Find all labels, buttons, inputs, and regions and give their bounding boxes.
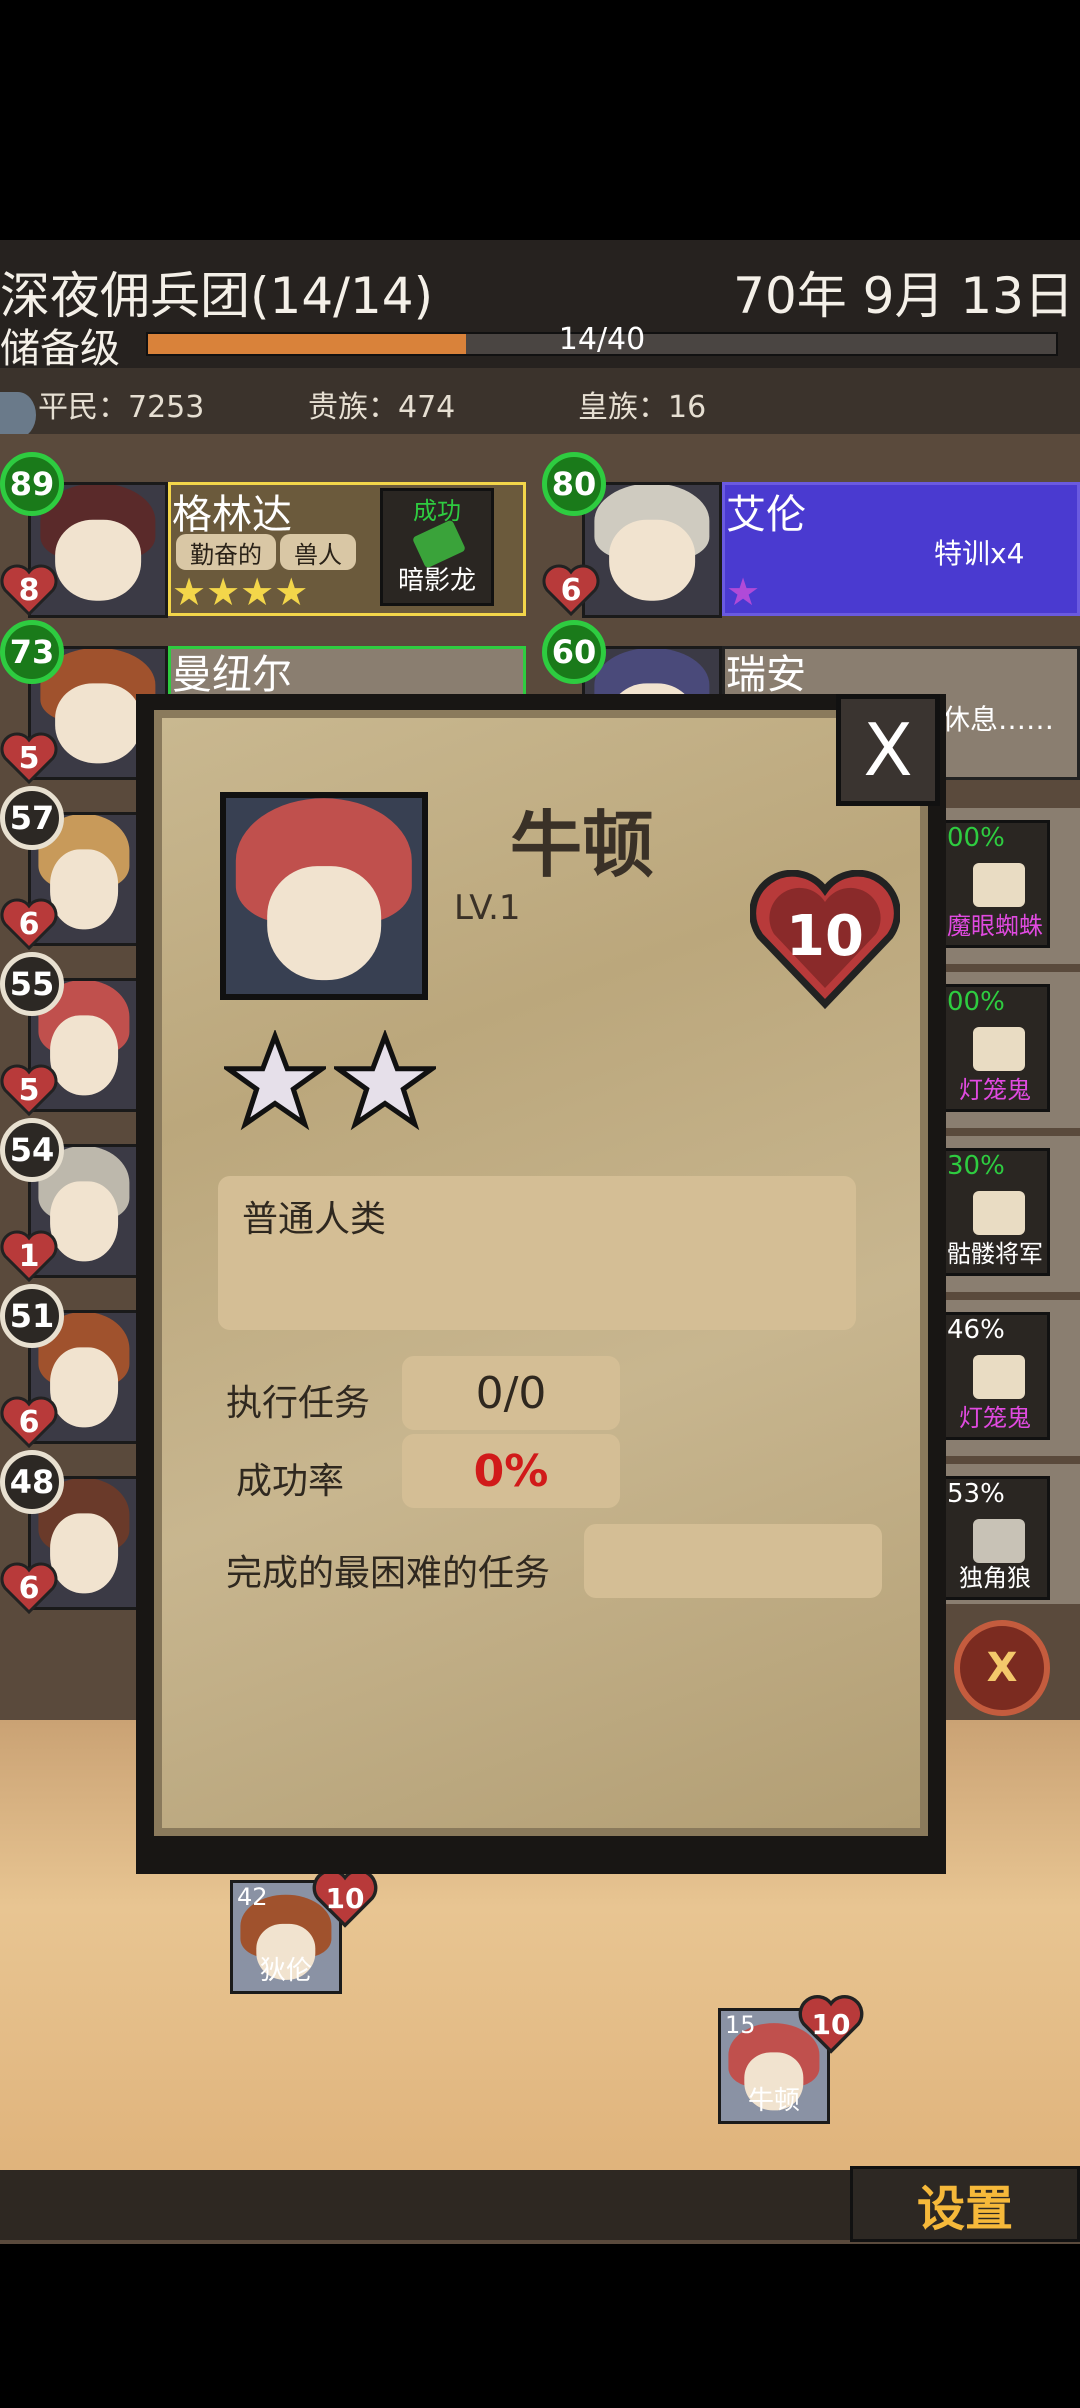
level-badge: 80	[542, 452, 606, 516]
mission-slot[interactable]: 00% 魔眼蜘蛛	[940, 820, 1050, 948]
merc-note: 特训x4	[934, 537, 1025, 570]
compass-icon[interactable]	[0, 392, 36, 438]
hp-heart-icon: 6	[0, 1396, 58, 1449]
hp-value: 1	[18, 1238, 40, 1274]
hero-hp-heart-icon: 10	[749, 869, 901, 1010]
roster-card-6[interactable]: 55 5	[0, 952, 140, 1117]
hp-value: 6	[18, 906, 40, 942]
mission-status: 成功	[413, 497, 461, 525]
hp-value: 5	[18, 1072, 40, 1108]
nobles-count: 贵族：474	[308, 390, 456, 425]
missions-value: 0/0	[402, 1356, 620, 1430]
token-level: 15	[725, 2011, 756, 2039]
scroll-icon	[973, 1027, 1025, 1071]
mission-slot[interactable]: 53% 独角狼	[940, 1476, 1050, 1600]
hero-name: 牛顿	[510, 803, 655, 887]
hero-star-1-icon	[220, 1028, 330, 1136]
hp-heart-icon: 5	[0, 1064, 58, 1117]
hero-level: LV.1	[454, 888, 521, 928]
settings-button[interactable]: 设置	[850, 2166, 1080, 2242]
hp-heart-icon: 8	[0, 564, 58, 617]
scroll-icon	[973, 1355, 1025, 1399]
level-badge: 89	[0, 452, 64, 516]
hero-star-2-icon	[330, 1028, 440, 1136]
hardest-mission-value	[584, 1524, 882, 1598]
hero-description: 普通人类	[218, 1176, 856, 1330]
level-badge: 55	[0, 952, 64, 1016]
mission-progress: 30%	[947, 1151, 1005, 1181]
token-hp-heart-icon: 10	[798, 1994, 864, 2054]
star-rating: ★	[726, 570, 761, 614]
roster-card-5[interactable]: 57 6	[0, 786, 140, 951]
quest-emblem-icon[interactable]: X	[954, 1620, 1050, 1716]
scroll-icon	[973, 1191, 1025, 1235]
missions-label: 执行任务	[226, 1383, 371, 1424]
hp-value: 6	[18, 1570, 40, 1606]
hardest-mission-label: 完成的最困难的任务	[226, 1553, 551, 1594]
token-name: 狄伦	[259, 1956, 312, 1986]
merc-name: 瑞安	[726, 652, 806, 698]
hp-value: 8	[18, 572, 40, 608]
merc-name: 艾伦	[726, 492, 806, 538]
roster-card-2[interactable]: 80 艾伦 特训x4 ★ 6	[542, 452, 1080, 618]
success-rate-label: 成功率	[236, 1461, 345, 1502]
roster-card-1[interactable]: 89 格林达 勤奋的 兽人 ★★★★ 成功 暗影龙 8	[0, 452, 530, 618]
close-button[interactable]: X	[836, 694, 940, 806]
merc-name: 曼纽尔	[172, 652, 292, 698]
hp-heart-icon: 6	[0, 898, 58, 951]
hero-portrait	[220, 792, 428, 1000]
star-rating: ★★★★	[172, 570, 309, 614]
hp-heart-icon: 1	[0, 1230, 58, 1283]
mission-progress: 46%	[947, 1315, 1005, 1345]
level-badge: 73	[0, 620, 64, 684]
mission-progress: 00%	[947, 823, 1005, 853]
hp-heart-icon: 6	[542, 564, 600, 617]
trait-tag: 兽人	[280, 534, 356, 570]
level-badge: 51	[0, 1284, 64, 1348]
mission-name: 灯笼鬼	[959, 1404, 1031, 1432]
hp-heart-icon: 5	[0, 732, 58, 785]
merc-name: 格林达	[172, 492, 292, 538]
mission-slot[interactable]: 30% 骷髅将军	[940, 1148, 1050, 1276]
mission-name: 暗影龙	[397, 566, 476, 596]
roster-card-9[interactable]: 48 6	[0, 1450, 140, 1615]
hp-value: 5	[18, 740, 40, 776]
mission-slot[interactable]: 成功 暗影龙	[380, 488, 494, 606]
level-badge: 60	[542, 620, 606, 684]
hp-value: 6	[560, 572, 582, 608]
hero-hp: 10	[786, 903, 864, 969]
success-rate-value: 0%	[402, 1434, 620, 1508]
mission-name: 骷髅将军	[947, 1240, 1043, 1268]
scroll-icon	[973, 1519, 1025, 1563]
level-badge: 48	[0, 1450, 64, 1514]
scroll-icon	[973, 863, 1025, 907]
mission-name: 灯笼鬼	[959, 1076, 1031, 1104]
trait-tag: 勤奋的	[176, 534, 276, 570]
mission-name: 独角狼	[959, 1564, 1031, 1592]
level-badge: 57	[0, 786, 64, 850]
rank-progress-text: 14/40	[558, 322, 646, 357]
merc-portrait	[582, 482, 722, 618]
hp-heart-icon: 6	[0, 1562, 58, 1615]
merc-note: 休息……	[942, 703, 1055, 736]
roster-card-7[interactable]: 54 1	[0, 1118, 140, 1283]
token-hp: 10	[325, 1881, 365, 1915]
mission-slot[interactable]: 46% 灯笼鬼	[940, 1312, 1050, 1440]
mission-name: 魔眼蜘蛛	[947, 912, 1043, 940]
mission-progress: 53%	[947, 1479, 1005, 1509]
guild-rank: 储备级	[0, 326, 120, 372]
token-hp: 10	[811, 2007, 851, 2041]
mission-slot[interactable]: 00% 灯笼鬼	[940, 984, 1050, 1112]
game-date: 70年 9月 13日	[733, 267, 1074, 325]
level-badge: 54	[0, 1118, 64, 1182]
token-hp-heart-icon: 10	[312, 1868, 378, 1928]
token-name: 牛顿	[747, 2086, 800, 2116]
roster-card-8[interactable]: 51 6	[0, 1284, 140, 1449]
hp-value: 6	[18, 1404, 40, 1440]
royals-count: 皇族：16	[578, 390, 707, 425]
token-level: 42	[237, 1883, 268, 1911]
commoners-count: 平民：7253	[38, 390, 205, 425]
mission-progress: 00%	[947, 987, 1005, 1017]
